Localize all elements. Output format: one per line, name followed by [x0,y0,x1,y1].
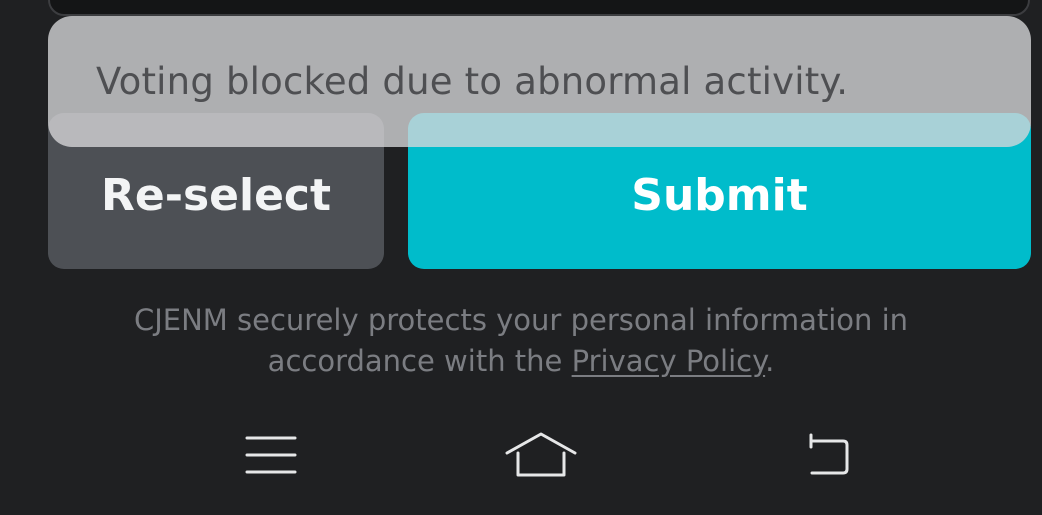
reselect-label: Re-select [100,169,332,221]
toast-message: Voting blocked due to abnormal activity. [48,16,1031,147]
submit-label: Submit [631,169,808,221]
system-navbar [0,415,1042,495]
privacy-text-suffix: . [765,344,775,378]
recent-apps-button[interactable] [231,415,311,495]
privacy-notice: CJENM securely protects your personal in… [0,300,1042,382]
privacy-text-line1: CJENM securely protects your personal in… [133,303,909,337]
toast-text: Voting blocked due to abnormal activity. [96,60,849,103]
home-icon [505,432,577,477]
vote-confirm-screen: Re-select Submit Voting blocked due to a… [0,0,1042,515]
top-card [48,0,1030,16]
menu-icon [245,436,297,474]
back-icon [809,433,849,475]
home-button[interactable] [501,415,581,495]
privacy-policy-link[interactable]: Privacy Policy [572,344,766,378]
back-button[interactable] [783,415,863,495]
privacy-text-line2: accordance with the [267,344,572,378]
